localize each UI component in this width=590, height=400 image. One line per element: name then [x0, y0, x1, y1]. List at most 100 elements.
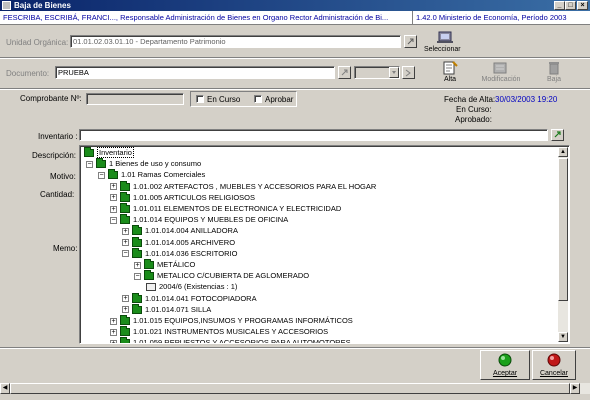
- comprobante-label: Comprobante Nº:: [20, 94, 82, 103]
- close-button[interactable]: ×: [577, 1, 588, 10]
- folder-icon: [120, 337, 130, 343]
- expand-icon[interactable]: +: [134, 261, 141, 269]
- tree-node[interactable]: +1.01.014.004 ANILLADORA: [122, 225, 238, 236]
- context-status-bar: FESCRIBA, ESCRIBÁ, FRANCI..., Responsabl…: [0, 11, 590, 25]
- app-icon: [2, 1, 11, 10]
- tree-node[interactable]: +1.01.014.071 SILLA: [122, 303, 211, 315]
- alta-button[interactable]: Alta: [436, 76, 464, 83]
- collapse-icon[interactable]: −: [110, 216, 117, 224]
- tree-node[interactable]: +1.01.011 ELEMENTOS DE ELECTRONICA Y ELE…: [110, 203, 341, 214]
- arrow-right-icon: [405, 69, 411, 77]
- tree-node[interactable]: 2004/6 (Existencias : 1): [146, 281, 237, 292]
- collapse-icon[interactable]: −: [134, 272, 141, 280]
- tree-node[interactable]: − 1.01.014 EQUIPOS Y MUEBLES DE OFICINA: [110, 214, 288, 225]
- tree-node-label: 2004/6 (Existencias : 1): [159, 282, 238, 292]
- expand-icon[interactable]: +: [110, 183, 117, 191]
- separator-3: [0, 347, 590, 349]
- tree-node-label: 1.01.014.041 FOTOCOPIADORA: [145, 293, 257, 303]
- tree-node[interactable]: − METALICO C/CUBIERTA DE AGLOMERADO: [134, 270, 309, 281]
- expand-icon[interactable]: +: [122, 295, 129, 303]
- motivo-label: Motivo:: [50, 172, 76, 181]
- folder-icon: [96, 158, 106, 169]
- documento-label: Documento:: [6, 69, 50, 78]
- collapse-icon[interactable]: −: [86, 160, 93, 168]
- expand-icon[interactable]: +: [110, 328, 117, 336]
- fecha-alta-value: 30/03/2003 19:20: [495, 95, 558, 104]
- tree-node-label: METALICO C/CUBIERTA DE AGLOMERADO: [157, 271, 310, 281]
- tree-node[interactable]: +1.01.014.005 ARCHIVERO: [122, 236, 235, 248]
- tree-node-label: 1.01.014.036 ESCRITORIO: [145, 248, 238, 258]
- documento-field[interactable]: PRUEBA: [55, 66, 335, 79]
- unidad-lookup-button[interactable]: [404, 35, 417, 48]
- tree-node[interactable]: +1.01.015 EQUIPOS,INSUMOS Y PROGRAMAS IN…: [110, 315, 353, 326]
- folder-icon: [120, 180, 130, 191]
- collapse-icon[interactable]: −: [98, 171, 105, 179]
- cantidad-label: Cantidad:: [40, 190, 75, 199]
- tree-node[interactable]: − 1.01.014.036 ESCRITORIO: [122, 247, 238, 259]
- tree-node-label: 1.01.005 ARTICULOS RELIGIOSOS: [133, 192, 255, 202]
- seleccionar-button[interactable]: Seleccionar: [424, 46, 461, 53]
- documento-select[interactable]: [354, 66, 400, 79]
- collapse-icon[interactable]: −: [122, 250, 129, 258]
- expand-icon[interactable]: +: [110, 205, 117, 213]
- tree-node[interactable]: +1.01.002 ARTEFACTOS , MUEBLES Y ACCESOR…: [110, 180, 377, 192]
- documento-next-button[interactable]: [402, 66, 415, 79]
- tree-node[interactable]: − 1.01 Ramas Comerciales: [98, 169, 205, 180]
- cancelar-label: Cancelar: [539, 370, 568, 377]
- separator-1: [0, 57, 590, 59]
- inventario-label: Inventario :: [38, 132, 78, 141]
- tree-node[interactable]: +1.01.059 REPUESTOS Y ACCESORIOS PARA AU…: [110, 337, 351, 343]
- expand-icon[interactable]: +: [110, 339, 117, 343]
- documento-lookup-button[interactable]: [338, 66, 351, 79]
- en-curso-date-label: En Curso:: [456, 105, 492, 114]
- folder-icon: [144, 259, 154, 270]
- scroll-left-button[interactable]: ◀: [0, 383, 10, 394]
- tree-node-label: 1.01.015 EQUIPOS,INSUMOS Y PROGRAMAS INF…: [133, 316, 353, 325]
- expand-icon[interactable]: +: [122, 306, 129, 314]
- expand-icon[interactable]: +: [110, 194, 117, 202]
- tree-node[interactable]: +1.01.005 ARTICULOS RELIGIOSOS: [110, 191, 255, 203]
- tree-node[interactable]: +1.01.014.041 FOTOCOPIADORA: [122, 292, 257, 304]
- en-curso-checkbox[interactable]: [196, 95, 204, 103]
- expand-icon[interactable]: +: [122, 239, 129, 247]
- folder-icon: [120, 326, 130, 337]
- unidad-label: Unidad Orgánica:: [6, 38, 69, 47]
- status-separator: [412, 11, 413, 24]
- seleccionar-icon[interactable]: [430, 30, 460, 44]
- folder-icon: [84, 147, 94, 158]
- inventario-field[interactable]: [79, 129, 548, 141]
- lookup-icon: [407, 38, 414, 45]
- alta-icon[interactable]: [440, 61, 460, 75]
- hscroll-thumb[interactable]: [10, 383, 570, 394]
- tree-node[interactable]: − 1 Bienes de uso y consumo: [86, 158, 201, 169]
- scroll-up-button[interactable]: ▲: [558, 147, 568, 157]
- trash-icon: [546, 61, 562, 75]
- expand-icon[interactable]: +: [122, 227, 129, 235]
- cancelar-button[interactable]: Cancelar: [532, 350, 576, 380]
- tree-node[interactable]: +1.01.021 INSTRUMENTOS MUSICALES Y ACCES…: [110, 326, 328, 337]
- tree-node-label: 1.01.002 ARTEFACTOS , MUEBLES Y ACCESORI…: [133, 181, 377, 191]
- inventario-tree[interactable]: ▲ ▼ Inventario −1 Bienes de uso y consumo…: [79, 145, 570, 344]
- inventario-lookup-button[interactable]: [551, 129, 564, 141]
- aprobado-label: Aprobado:: [455, 115, 492, 124]
- tree-vertical-scrollbar[interactable]: ▲ ▼: [558, 147, 568, 342]
- scroll-thumb[interactable]: [558, 158, 568, 301]
- tree-node-label: Inventario: [97, 147, 134, 158]
- maximize-button[interactable]: □: [565, 1, 576, 10]
- scroll-right-button[interactable]: ▶: [570, 383, 580, 394]
- fecha-alta-label: Fecha de Alta:: [444, 95, 496, 104]
- aceptar-button[interactable]: Aceptar: [480, 350, 530, 380]
- folder-icon: [120, 191, 130, 202]
- folder-icon: [132, 303, 142, 314]
- tree-node-label: 1.01.021 INSTRUMENTOS MUSICALES Y ACCESO…: [133, 327, 329, 337]
- tree-node-label: 1.01.014.004 ANILLADORA: [145, 226, 238, 236]
- tree-node[interactable]: Inventario: [84, 147, 134, 158]
- window-horizontal-scrollbar[interactable]: ◀ ▶: [0, 383, 590, 394]
- expand-icon[interactable]: +: [110, 317, 117, 325]
- scroll-down-button[interactable]: ▼: [558, 332, 568, 342]
- aprobar-checkbox[interactable]: [254, 95, 262, 103]
- folder-icon: [120, 214, 130, 225]
- minimize-button[interactable]: _: [554, 1, 565, 10]
- folder-icon: [120, 203, 130, 214]
- tree-node[interactable]: + METÁLICO: [134, 259, 195, 270]
